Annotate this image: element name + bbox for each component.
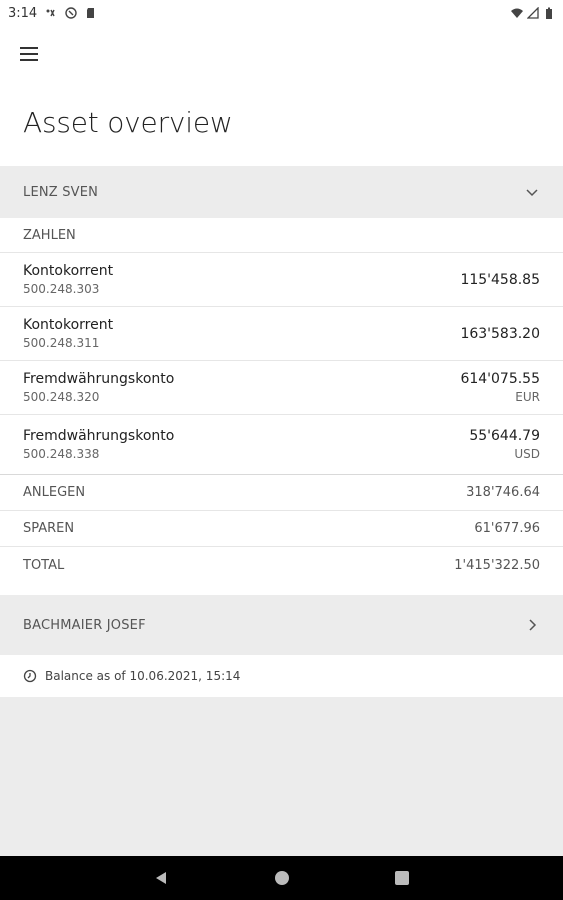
recents-icon[interactable] <box>394 870 410 886</box>
account-currency: USD <box>514 447 540 461</box>
chevron-down-icon[interactable] <box>524 184 540 200</box>
account-row[interactable]: Kontokorrent 500.248.311 163'583.20 <box>0 307 563 361</box>
account-name: Fremdwährungskonto <box>23 428 175 444</box>
asset-list: LENZ SVEN ZAHLEN Kontokorrent 500.248.30… <box>0 166 563 697</box>
back-icon[interactable] <box>153 870 169 886</box>
group-header-bachmaier-josef[interactable]: BACHMAIER JOSEF <box>0 595 563 655</box>
account-name: Kontokorrent <box>23 317 114 333</box>
system-nav-bar <box>0 856 563 900</box>
balance-timestamp: Balance as of 10.06.2021, 15:14 <box>45 669 241 683</box>
home-icon[interactable] <box>274 870 290 886</box>
group-header-lenz-sven[interactable]: LENZ SVEN <box>0 166 563 218</box>
network-activity-icon <box>46 9 55 17</box>
account-amount: 55'644.79 <box>469 428 540 444</box>
summary-value: 61'677.96 <box>474 521 540 536</box>
sd-card-icon <box>87 8 95 18</box>
summary-row-total: TOTAL 1'415'322.50 <box>0 547 563 595</box>
app-header: Asset overview <box>0 26 563 166</box>
section-label: ZAHLEN <box>0 218 563 253</box>
account-number: 500.248.338 <box>23 447 100 461</box>
summary-label: SPAREN <box>23 521 75 536</box>
balance-info: Balance as of 10.06.2021, 15:14 <box>0 655 563 697</box>
account-name: Fremdwährungskonto <box>23 371 175 387</box>
group-name: BACHMAIER JOSEF <box>23 617 146 633</box>
summary-row-sparen[interactable]: SPAREN 61'677.96 <box>0 511 563 547</box>
account-row[interactable]: Fremdwährungskonto 500.248.338 55'644.79… <box>0 415 563 475</box>
account-name: Kontokorrent <box>23 263 114 279</box>
summary-value: 318'746.64 <box>466 485 540 500</box>
status-time: 3:14 <box>8 5 38 21</box>
summary-value: 1'415'322.50 <box>454 557 540 573</box>
group-name: LENZ SVEN <box>23 184 99 200</box>
summary-row-anlegen[interactable]: ANLEGEN 318'746.64 <box>0 475 563 511</box>
page-title: Asset overview <box>23 106 233 139</box>
account-amount: 163'583.20 <box>460 325 540 342</box>
wifi-icon <box>511 8 523 18</box>
account-row[interactable]: Kontokorrent 500.248.303 115'458.85 <box>0 253 563 307</box>
account-number: 500.248.320 <box>23 390 100 404</box>
account-number: 500.248.311 <box>23 336 100 350</box>
summary-label: ANLEGEN <box>23 485 86 500</box>
sync-icon <box>65 7 77 19</box>
cell-signal-icon <box>527 7 539 19</box>
menu-icon[interactable] <box>20 42 48 66</box>
account-currency: EUR <box>515 390 540 404</box>
status-bar: 3:14 <box>0 0 563 26</box>
account-row[interactable]: Fremdwährungskonto 500.248.320 614'075.5… <box>0 361 563 415</box>
summary-label: TOTAL <box>23 557 65 573</box>
account-amount: 614'075.55 <box>460 371 540 387</box>
clock-icon <box>23 669 37 683</box>
battery-icon <box>546 7 552 19</box>
chevron-right-icon[interactable] <box>524 617 540 633</box>
account-amount: 115'458.85 <box>460 271 540 288</box>
account-number: 500.248.303 <box>23 282 100 296</box>
